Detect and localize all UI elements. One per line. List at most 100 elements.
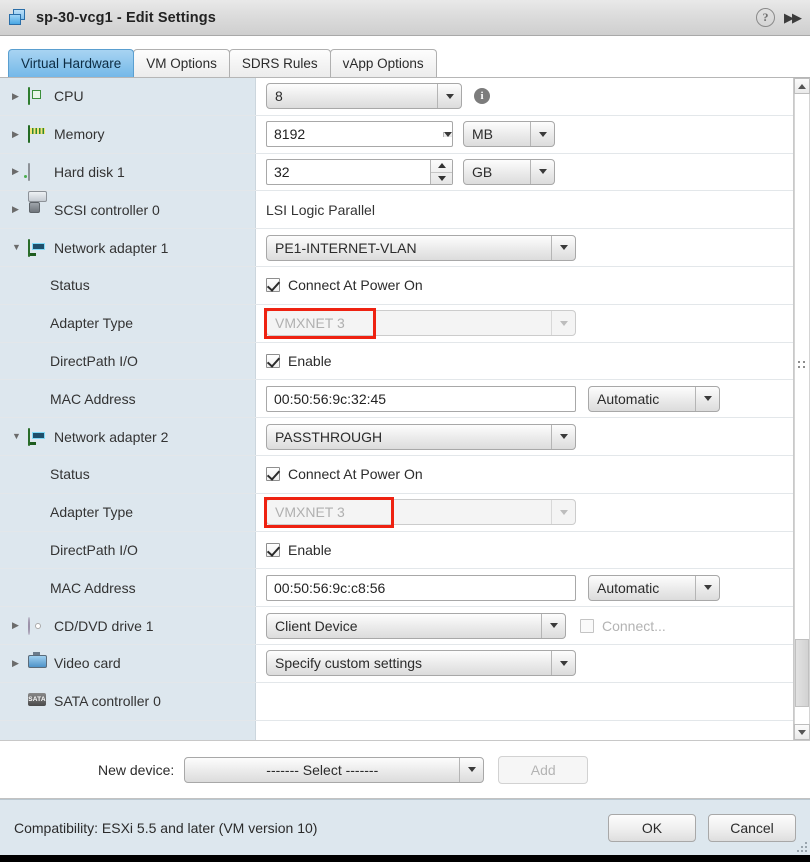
mac-mode-value-2: Automatic	[589, 580, 695, 596]
row-label-scsi-controller-0: ▶ SCSI controller 0	[0, 191, 256, 228]
table-row[interactable]: MAC Address 00:50:56:9c:32:45 Automatic	[0, 380, 793, 418]
tab-vapp-options[interactable]: vApp Options	[330, 49, 437, 77]
network-1-portgroup-dropdown[interactable]: PE1-INTERNET-VLAN	[266, 235, 576, 261]
row-label-text: MAC Address	[50, 580, 136, 596]
harddisk-icon	[28, 164, 46, 180]
help-icon[interactable]: ?	[756, 8, 775, 27]
expand-triangle-icon[interactable]: ▶	[12, 205, 26, 214]
add-device-button[interactable]: Add	[498, 756, 588, 784]
table-row[interactable]: Status Connect At Power On	[0, 456, 793, 494]
table-row[interactable]: ▶ Memory 8192 MB	[0, 116, 793, 154]
cddvd-device-dropdown[interactable]: Client Device	[266, 613, 566, 639]
window-resize-grip[interactable]	[797, 842, 807, 852]
table-row[interactable]: ▶ SATA SATA controller 0	[0, 683, 793, 721]
expand-chevrons-icon[interactable]: ▶▶	[784, 10, 800, 26]
tab-virtual-hardware[interactable]: Virtual Hardware	[8, 49, 134, 77]
tab-vm-options[interactable]: VM Options	[133, 49, 230, 77]
expand-triangle-icon[interactable]: ▶	[12, 92, 26, 101]
memory-unit-dropdown[interactable]: MB	[463, 121, 555, 147]
mac-mode-dropdown-2[interactable]: Automatic	[588, 575, 720, 601]
table-row-filler	[0, 721, 793, 740]
ok-button[interactable]: OK	[608, 814, 696, 842]
chevron-down-icon[interactable]	[551, 425, 575, 449]
stepper-up-icon[interactable]	[431, 160, 452, 172]
expand-triangle-icon[interactable]: ▶	[12, 621, 26, 630]
table-row[interactable]: DirectPath I/O Enable	[0, 343, 793, 381]
table-row[interactable]: ▶ Video card Specify custom settings	[0, 645, 793, 683]
cpu-count-dropdown[interactable]: 8	[266, 83, 462, 109]
disk-unit-value: GB	[464, 164, 530, 180]
expand-triangle-icon[interactable]: ▶	[12, 659, 26, 668]
memory-size-value: 8192	[267, 126, 443, 142]
table-row[interactable]: Adapter Type VMXNET 3	[0, 305, 793, 343]
chevron-down-icon[interactable]	[541, 614, 565, 638]
row-value-mac-address-2: 00:50:56:9c:c8:56 Automatic	[256, 569, 793, 606]
video-card-settings-dropdown[interactable]: Specify custom settings	[266, 650, 576, 676]
cancel-button[interactable]: Cancel	[708, 814, 796, 842]
mac-address-input-1[interactable]: 00:50:56:9c:32:45	[266, 386, 576, 412]
stepper-down-icon[interactable]	[431, 172, 452, 184]
disk-size-input[interactable]: 32	[266, 159, 453, 185]
info-icon[interactable]: i	[474, 88, 490, 104]
table-row[interactable]: ▶ CD/DVD drive 1 Client Device Connect..…	[0, 607, 793, 645]
directpath-enable-checkbox-2[interactable]	[266, 543, 280, 557]
table-row[interactable]: ▼ Network adapter 1 PE1-INTERNET-VLAN	[0, 229, 793, 267]
table-row[interactable]: DirectPath I/O Enable	[0, 532, 793, 570]
network-2-portgroup-dropdown[interactable]: PASSTHROUGH	[266, 424, 576, 450]
collapse-triangle-icon[interactable]: ▼	[12, 243, 26, 252]
chevron-down-icon[interactable]	[551, 651, 575, 675]
directpath-enable-checkbox-1[interactable]	[266, 354, 280, 368]
row-label-sata-controller-0: ▶ SATA SATA controller 0	[0, 683, 256, 720]
panel-resize-grip[interactable]	[798, 361, 808, 371]
row-value-hard-disk-1: 32 GB	[256, 154, 793, 191]
tab-sdrs-rules[interactable]: SDRS Rules	[229, 49, 331, 77]
chevron-down-icon[interactable]	[443, 132, 452, 137]
memory-size-input[interactable]: 8192	[266, 121, 453, 147]
tab-label: vApp Options	[343, 56, 424, 71]
table-row[interactable]: Adapter Type VMXNET 3	[0, 494, 793, 532]
table-row[interactable]: Status Connect At Power On	[0, 267, 793, 305]
table-row[interactable]: ▶ Hard disk 1 32 GB	[0, 154, 793, 192]
chevron-down-icon[interactable]	[695, 387, 719, 411]
expand-triangle-icon[interactable]: ▶	[12, 130, 26, 139]
dialog-footer: Compatibility: ESXi 5.5 and later (VM ve…	[0, 799, 810, 855]
chevron-down-icon[interactable]	[437, 84, 461, 108]
table-row[interactable]: ▼ Network adapter 2 PASSTHROUGH	[0, 418, 793, 456]
title-bar: sp-30-vcg1 - Edit Settings ? ▶▶	[0, 0, 810, 36]
mac-mode-dropdown-1[interactable]: Automatic	[588, 386, 720, 412]
connect-at-power-on-checkbox-2[interactable]	[266, 467, 280, 481]
edit-settings-dialog: sp-30-vcg1 - Edit Settings ? ▶▶ Virtual …	[0, 0, 810, 855]
new-device-select-dropdown[interactable]: ------- Select -------	[184, 757, 484, 783]
connect-at-power-on-checkbox-1[interactable]	[266, 278, 280, 292]
chevron-down-icon[interactable]	[530, 122, 554, 146]
network-1-portgroup-value: PE1-INTERNET-VLAN	[267, 240, 551, 256]
disk-unit-dropdown[interactable]: GB	[463, 159, 555, 185]
row-label-directpath-1: DirectPath I/O	[0, 343, 256, 380]
scroll-down-arrow-icon[interactable]	[794, 724, 810, 740]
mac-address-input-2[interactable]: 00:50:56:9c:c8:56	[266, 575, 576, 601]
table-row[interactable]: ▶ CPU 8 i	[0, 78, 793, 116]
vertical-scrollbar[interactable]	[793, 78, 810, 740]
cddvd-connect-label: Connect...	[602, 618, 666, 634]
connect-at-power-on-label-1: Connect At Power On	[288, 277, 423, 293]
adapter-type-1-dropdown: VMXNET 3	[266, 310, 576, 336]
table-row[interactable]: ▶ SCSI controller 0 LSI Logic Parallel	[0, 191, 793, 229]
adapter-type-2-value: VMXNET 3	[267, 504, 551, 520]
quantity-stepper[interactable]	[430, 160, 452, 184]
ok-button-label: OK	[642, 820, 662, 836]
scroll-up-arrow-icon[interactable]	[794, 78, 810, 94]
mac-mode-value-1: Automatic	[589, 391, 695, 407]
sata-icon: SATA	[28, 693, 46, 709]
row-label-adapter-type-2: Adapter Type	[0, 494, 256, 531]
connect-at-power-on-label-2: Connect At Power On	[288, 466, 423, 482]
chevron-down-icon[interactable]	[551, 236, 575, 260]
chevron-down-icon[interactable]	[530, 160, 554, 184]
table-row[interactable]: MAC Address 00:50:56:9c:c8:56 Automatic	[0, 569, 793, 607]
chevron-down-icon[interactable]	[459, 758, 483, 782]
collapse-triangle-icon[interactable]: ▼	[12, 432, 26, 441]
scrollbar-track[interactable]	[794, 94, 810, 724]
scrollbar-thumb[interactable]	[795, 639, 809, 707]
mac-address-value-2: 00:50:56:9c:c8:56	[267, 580, 575, 596]
chevron-down-icon[interactable]	[695, 576, 719, 600]
row-label-status-1: Status	[0, 267, 256, 304]
